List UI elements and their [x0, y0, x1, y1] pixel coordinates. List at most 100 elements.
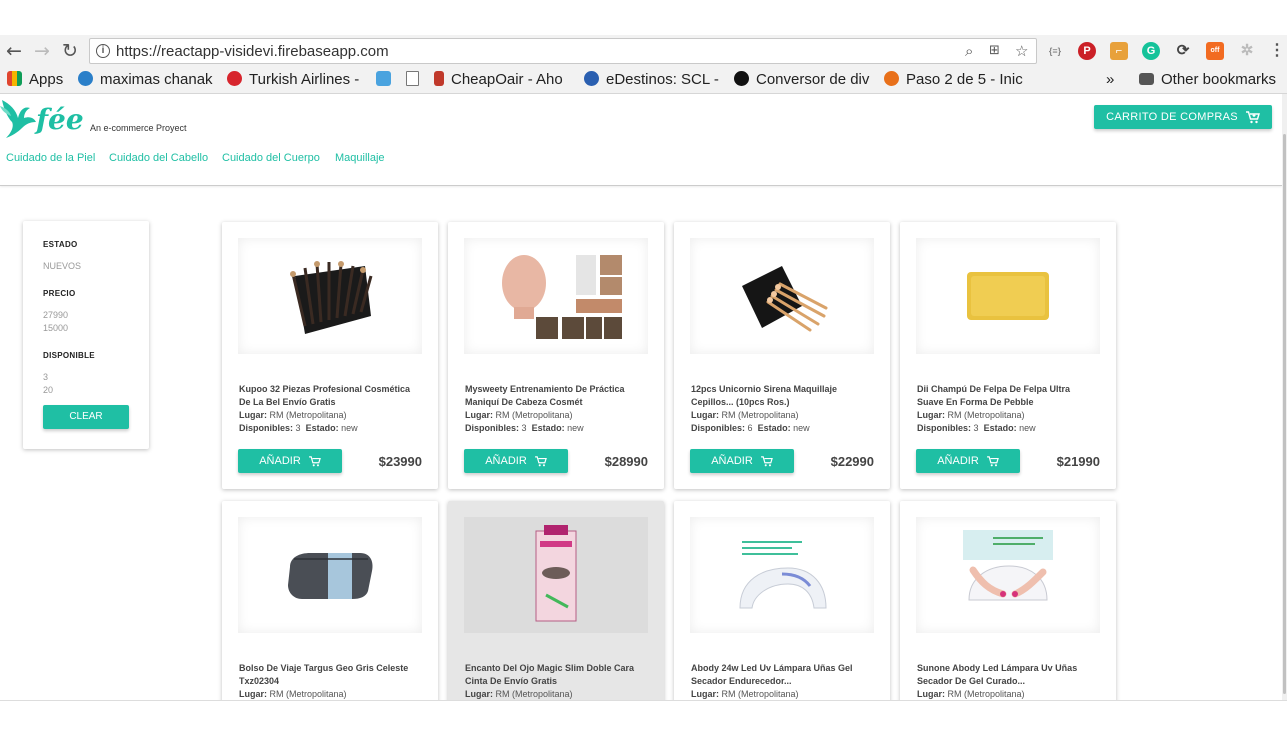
bookmark-conversor[interactable]: Conversor de div [734, 71, 870, 89]
product-image[interactable] [238, 517, 422, 633]
product-card[interactable]: Sunone Abody Led Lámpara Uv Uñas Secador… [900, 501, 1116, 700]
site-header: fée An e-commerce Proyect CARRITO DE COM… [0, 94, 1282, 186]
filter-precio-value[interactable]: 27990 [43, 310, 68, 320]
clear-button[interactable]: CLEAR [43, 405, 129, 429]
lugar-label: Lugar: [465, 410, 493, 420]
bookmark-wave[interactable] [376, 71, 396, 89]
product-image[interactable] [464, 238, 648, 354]
product-card[interactable]: 12pcs Unicornio Sirena Maquillaje Cepill… [674, 222, 890, 489]
product-title[interactable]: Bolso De Viaje Targus Geo Gris Celeste T… [239, 662, 419, 688]
product-price: $22990 [830, 454, 874, 469]
product-card[interactable]: Dii Champú De Felpa De Felpa Ultra Suave… [900, 222, 1116, 489]
lugar-value: RM (Metropolitana) [495, 689, 573, 699]
product-image[interactable] [916, 517, 1100, 633]
product-image[interactable] [916, 238, 1100, 354]
other-bookmarks[interactable]: Other bookmarks [1139, 71, 1285, 89]
star-icon[interactable]: ☆ [1015, 42, 1028, 60]
menu-icon[interactable]: ⋮ [1268, 42, 1286, 60]
nail-lamp-icon [739, 541, 827, 609]
apps-grid-icon [7, 71, 22, 86]
product-title[interactable]: Kupoo 32 Piezas Profesional Cosmética De… [239, 383, 419, 409]
product-card[interactable]: Encanto Del Ojo Magic Slim Doble Cara Ci… [448, 501, 664, 700]
nav-cuidado-cuerpo[interactable]: Cuidado del Cuerpo [222, 152, 320, 164]
info-icon[interactable]: i [96, 44, 110, 58]
lugar-label: Lugar: [691, 410, 719, 420]
lugar-label: Lugar: [917, 689, 945, 699]
pinterest-icon[interactable]: P [1078, 42, 1096, 60]
bookmark-maximas[interactable]: maximas chanak [78, 71, 214, 89]
conversor-icon [734, 71, 749, 86]
sync-extension-icon[interactable]: ⟳ [1174, 42, 1192, 60]
add-to-cart-button[interactable]: AÑADIR [916, 449, 1020, 473]
add-label: AÑADIR [259, 455, 301, 467]
settings-extension-icon[interactable]: ✲ [1238, 42, 1256, 60]
edestinos-icon [584, 71, 599, 86]
bookmark-cheapoair[interactable]: CheapOair - Aho [434, 71, 570, 89]
product-card[interactable]: Mysweety Entrenamiento De Práctica Maniq… [448, 222, 664, 489]
product-stock: Disponibles: 6 Estado: new [691, 423, 810, 433]
lugar-value: RM (Metropolitana) [495, 410, 573, 420]
reload-button[interactable]: ↻ [59, 40, 81, 62]
off-extension-icon[interactable]: off [1206, 42, 1224, 60]
back-button[interactable]: ← [3, 40, 25, 62]
add-to-cart-button[interactable]: AÑADIR [464, 449, 568, 473]
product-title[interactable]: Dii Champú De Felpa De Felpa Ultra Suave… [917, 383, 1097, 409]
lugar-value: RM (Metropolitana) [269, 689, 347, 699]
cart-button[interactable]: CARRITO DE COMPRAS [1094, 105, 1272, 129]
product-title[interactable]: 12pcs Unicornio Sirena Maquillaje Cepill… [691, 383, 871, 409]
product-location: Lugar: RM (Metropolitana) [917, 689, 1025, 699]
bookmark-page[interactable] [406, 71, 426, 89]
filter-disponible-value[interactable]: 20 [43, 385, 53, 395]
product-image[interactable] [690, 517, 874, 633]
filter-precio-value[interactable]: 15000 [43, 323, 68, 333]
filter-disponible-value[interactable]: 3 [43, 372, 48, 382]
product-card[interactable]: Bolso De Viaje Targus Geo Gris Celeste T… [222, 501, 438, 700]
disponibles-value: 3 [295, 423, 301, 433]
filter-panel: ESTADO NUEVOS PRECIO 27990 15000 DISPONI… [23, 221, 149, 449]
product-card[interactable]: Kupoo 32 Piezas Profesional Cosmética De… [222, 222, 438, 489]
product-image[interactable] [690, 238, 874, 354]
forward-button[interactable]: → [31, 40, 53, 62]
product-title[interactable]: Abody 24w Led Uv Lámpara Uñas Gel Secado… [691, 662, 871, 688]
product-title[interactable]: Encanto Del Ojo Magic Slim Doble Cara Ci… [465, 662, 645, 688]
estado-value: new [1019, 423, 1036, 433]
translate-icon[interactable]: ⊞ [989, 43, 1000, 58]
zoom-icon[interactable]: ⌕ [965, 42, 973, 60]
add-to-cart-button[interactable]: AÑADIR [690, 449, 794, 473]
nav-cuidado-cabello[interactable]: Cuidado del Cabello [109, 152, 208, 164]
bookmark-edestinos[interactable]: eDestinos: SCL - [584, 71, 720, 89]
scrollbar-thumb[interactable] [1283, 134, 1286, 694]
product-title[interactable]: Mysweety Entrenamiento De Práctica Maniq… [465, 383, 645, 409]
nav-maquillaje[interactable]: Maquillaje [335, 152, 385, 164]
product-stock: Disponibles: 3 Estado: new [465, 423, 584, 433]
estado-value: new [341, 423, 358, 433]
filter-precio-title: PRECIO [43, 289, 76, 298]
disponibles-value: 3 [521, 423, 527, 433]
filter-estado-value[interactable]: NUEVOS [43, 261, 81, 271]
address-bar[interactable]: i https://reactapp-visidevi.firebaseapp.… [89, 38, 1037, 64]
bookmark-turkish[interactable]: Turkish Airlines - [227, 71, 363, 89]
bookmark-apps[interactable]: Apps [7, 71, 67, 89]
estado-label: Estado: [305, 423, 339, 433]
bookmark-extension-icon[interactable]: ⌐ [1110, 42, 1128, 60]
product-title[interactable]: Sunone Abody Led Lámpara Uv Uñas Secador… [917, 662, 1097, 688]
more-bookmarks-button[interactable]: » [1106, 71, 1120, 89]
product-image[interactable] [464, 517, 648, 633]
nav-cuidado-piel[interactable]: Cuidado de la Piel [6, 152, 95, 164]
disponibles-value: 6 [747, 423, 753, 433]
grammarly-icon[interactable]: G [1142, 42, 1160, 60]
product-image[interactable] [238, 238, 422, 354]
json-extension-icon[interactable]: {≡} [1046, 42, 1064, 60]
cheapoair-icon [434, 71, 444, 86]
paso-icon [884, 71, 899, 86]
add-to-cart-button[interactable]: AÑADIR [238, 449, 342, 473]
add-label: AÑADIR [937, 455, 979, 467]
add-label: AÑADIR [485, 455, 527, 467]
product-stock: Disponibles: 3 Estado: new [917, 423, 1036, 433]
brand-name[interactable]: fée [36, 103, 84, 136]
lugar-value: RM (Metropolitana) [721, 689, 799, 699]
page-scrollbar[interactable] [1282, 94, 1287, 700]
bookmark-paso[interactable]: Paso 2 de 5 - Inic [884, 71, 1036, 89]
product-stock: Disponibles: 3 Estado: new [239, 423, 358, 433]
product-card[interactable]: Abody 24w Led Uv Lámpara Uñas Gel Secado… [674, 501, 890, 700]
